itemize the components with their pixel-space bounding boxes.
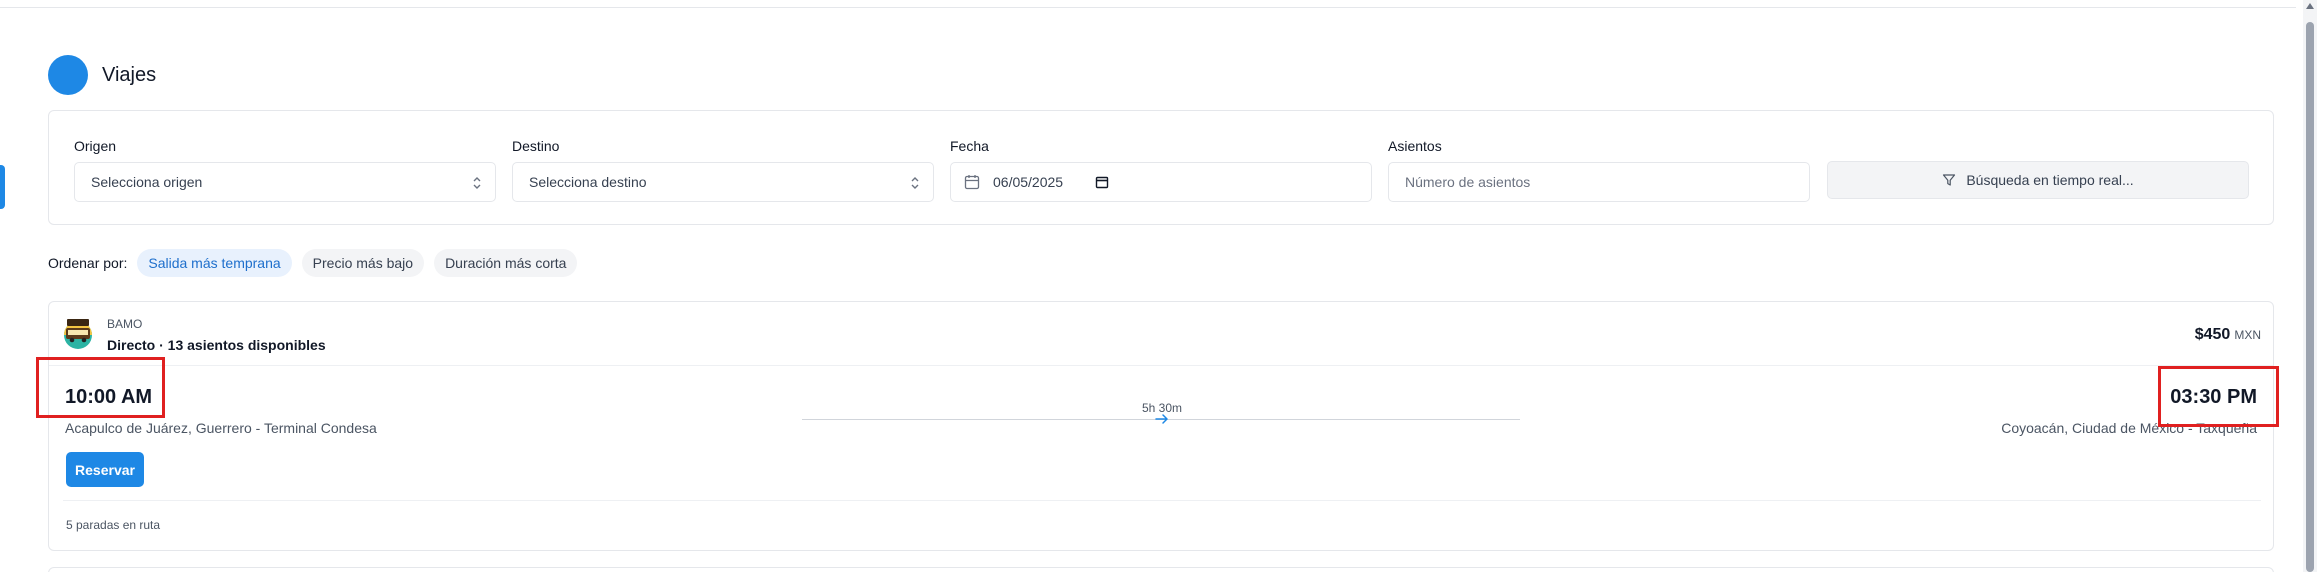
origin-field: Origen Selecciona origen — [74, 138, 496, 202]
origin-label: Origen — [74, 138, 117, 154]
destination-select-value: Selecciona destino — [529, 174, 647, 190]
sidebar-active-indicator[interactable] — [0, 165, 5, 209]
realtime-search-label: Búsqueda en tiempo real... — [1966, 172, 2134, 188]
price-amount: $450 — [2194, 326, 2231, 343]
sort-option-cheapest[interactable]: Precio más bajo — [301, 249, 425, 277]
search-filters: Origen Selecciona origen Destino Selecci… — [48, 110, 2274, 225]
origin-select-value: Selecciona origen — [91, 174, 203, 190]
sort-option-shortest[interactable]: Duración más corta — [434, 249, 578, 277]
seats-input[interactable]: Número de asientos — [1388, 162, 1810, 202]
date-value: 06/05/2025 — [993, 174, 1064, 190]
filter-icon — [1943, 174, 1956, 186]
date-field: Fecha 06/05/2025 — [950, 138, 1372, 202]
trip-card: BAMO Directo · 13 asientos disponibles $… — [48, 301, 2274, 551]
sort-bar: Ordenar por: Salida más temprana Precio … — [48, 248, 587, 278]
date-input[interactable]: 06/05/2025 — [950, 162, 1372, 202]
trip-price: $450 MXN — [2195, 326, 2261, 344]
arrow-right-icon — [1155, 414, 1168, 424]
trip-summary: Directo · 13 asientos disponibles — [107, 337, 326, 353]
seats-placeholder: Número de asientos — [1405, 174, 1531, 190]
seats-label: Asientos — [1388, 138, 1442, 154]
scrollbar-thumb[interactable] — [2306, 22, 2314, 572]
stops-info[interactable]: 5 paradas en ruta — [66, 518, 160, 532]
realtime-search-button[interactable]: Búsqueda en tiempo real... — [1827, 161, 2249, 199]
trip-card-next — [48, 567, 2274, 572]
reserve-button[interactable]: Reservar — [66, 452, 144, 487]
seats-field: Asientos Número de asientos — [1388, 138, 1810, 202]
destination-field: Destino Selecciona destino — [512, 138, 934, 202]
sort-label: Ordenar por: — [48, 255, 128, 271]
page-header: Viajes — [48, 55, 156, 95]
trip-header: BAMO Directo · 13 asientos disponibles $… — [49, 302, 2273, 366]
calendar-picker-icon[interactable] — [1095, 175, 1109, 189]
company-name: BAMO — [107, 317, 143, 331]
calendar-icon — [964, 175, 980, 190]
scrollbar[interactable] — [2303, 0, 2317, 572]
destination-select[interactable]: Selecciona destino — [512, 162, 934, 202]
departure-highlight-box — [36, 357, 165, 418]
scroll-up-icon[interactable] — [2306, 3, 2314, 9]
app-logo — [48, 55, 88, 95]
price-currency: MXN — [2234, 328, 2261, 342]
chevron-updown-icon — [473, 177, 481, 189]
page-title: Viajes — [102, 63, 157, 86]
sort-option-earliest[interactable]: Salida más temprana — [137, 249, 292, 277]
arrival-highlight-box — [2158, 366, 2279, 427]
trip-divider — [63, 500, 2261, 501]
origin-select[interactable]: Selecciona origen — [74, 162, 496, 202]
date-label: Fecha — [950, 138, 989, 154]
destination-label: Destino — [512, 138, 560, 154]
top-divider — [0, 7, 2296, 8]
departure-place: Acapulco de Juárez, Guerrero - Terminal … — [65, 420, 377, 436]
company-logo — [64, 319, 92, 349]
chevron-updown-icon — [911, 177, 919, 189]
